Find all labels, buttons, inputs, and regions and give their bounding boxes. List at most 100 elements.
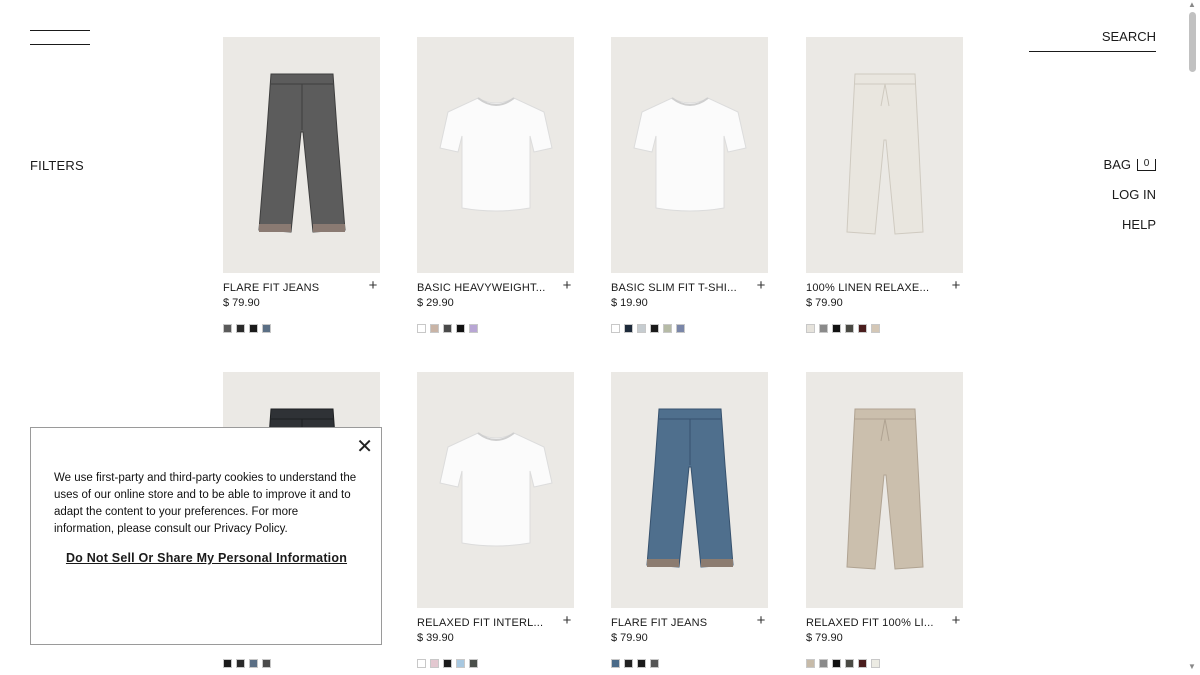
color-swatch[interactable] [430, 659, 439, 668]
scroll-up-icon[interactable]: ▲ [1188, 0, 1196, 9]
color-swatch[interactable] [262, 659, 271, 668]
product-image[interactable] [611, 372, 768, 608]
color-swatch[interactable] [871, 324, 880, 333]
color-swatch[interactable] [676, 324, 685, 333]
color-swatch[interactable] [262, 324, 271, 333]
product-info: 100% LINEN RELAXE... $ 79.90 + [806, 278, 963, 321]
product-price: $ 39.90 [417, 632, 454, 644]
add-to-bag-icon[interactable]: + [754, 278, 768, 293]
color-swatch[interactable] [637, 659, 646, 668]
product-name[interactable]: FLARE FIT JEANS [611, 616, 739, 630]
product-image[interactable] [806, 372, 963, 608]
product-image[interactable] [223, 37, 380, 273]
color-swatch[interactable] [624, 324, 633, 333]
add-to-bag-icon[interactable]: + [366, 278, 380, 293]
product-name[interactable]: 100% LINEN RELAXE... [806, 281, 934, 295]
color-swatch[interactable] [845, 324, 854, 333]
help-link[interactable]: HELP [1104, 217, 1156, 247]
product-info: RELAXED FIT 100% LI... $ 79.90 + [806, 613, 963, 656]
color-swatch[interactable] [611, 324, 620, 333]
color-swatch[interactable] [456, 659, 465, 668]
color-swatch[interactable] [819, 659, 828, 668]
color-swatch[interactable] [456, 324, 465, 333]
account-nav: BAG 0 LOG IN HELP [1104, 157, 1156, 247]
filters-button[interactable]: FILTERS [30, 158, 84, 173]
color-swatch[interactable] [650, 659, 659, 668]
product-price: $ 79.90 [806, 297, 843, 309]
color-swatch[interactable] [650, 324, 659, 333]
color-swatch[interactable] [806, 324, 815, 333]
color-swatch[interactable] [469, 659, 478, 668]
product-image[interactable] [417, 37, 574, 273]
product-card[interactable]: FLARE FIT JEANS $ 79.90 + [223, 37, 380, 333]
scrollbar-thumb[interactable] [1189, 12, 1196, 72]
product-image[interactable] [417, 372, 574, 608]
product-info: FLARE FIT JEANS $ 79.90 + [223, 278, 380, 321]
cookie-banner: ✕ We use first-party and third-party coo… [30, 427, 382, 645]
do-not-sell-link[interactable]: Do Not Sell Or Share My Personal Informa… [54, 550, 359, 567]
product-image[interactable] [806, 37, 963, 273]
product-name[interactable]: BASIC HEAVYWEIGHT... [417, 281, 545, 295]
color-swatch[interactable] [223, 659, 232, 668]
cookie-message: We use first-party and third-party cooki… [54, 472, 357, 535]
color-swatch[interactable] [443, 659, 452, 668]
menu-icon[interactable] [30, 30, 90, 46]
product-price: $ 19.90 [611, 297, 648, 309]
product-card[interactable]: RELAXED FIT 100% LI... $ 79.90 + [806, 372, 963, 668]
product-name[interactable]: BASIC SLIM FIT T-SHI... [611, 281, 739, 295]
close-icon[interactable]: ✕ [356, 437, 373, 457]
color-swatch[interactable] [663, 324, 672, 333]
bag-button[interactable]: BAG 0 [1104, 157, 1156, 187]
color-swatch[interactable] [624, 659, 633, 668]
bag-count-icon: 0 [1137, 159, 1156, 171]
color-swatches [611, 659, 768, 668]
cookie-text: We use first-party and third-party cooki… [54, 470, 359, 538]
product-price: $ 79.90 [806, 632, 843, 644]
color-swatches [417, 659, 574, 668]
bag-label: BAG [1103, 157, 1131, 172]
product-info: FLARE FIT JEANS $ 79.90 + [611, 613, 768, 656]
color-swatch[interactable] [819, 324, 828, 333]
color-swatch[interactable] [443, 324, 452, 333]
color-swatch[interactable] [858, 324, 867, 333]
color-swatch[interactable] [430, 324, 439, 333]
color-swatch[interactable] [858, 659, 867, 668]
product-card[interactable]: RELAXED FIT INTERL... $ 39.90 + [417, 372, 574, 668]
color-swatch[interactable] [469, 324, 478, 333]
color-swatches [417, 324, 574, 333]
color-swatch[interactable] [249, 324, 258, 333]
add-to-bag-icon[interactable]: + [754, 613, 768, 628]
add-to-bag-icon[interactable]: + [560, 278, 574, 293]
privacy-policy-link[interactable]: Privacy Policy. [214, 523, 288, 535]
add-to-bag-icon[interactable]: + [949, 613, 963, 628]
product-price: $ 79.90 [611, 632, 648, 644]
product-name[interactable]: RELAXED FIT 100% LI... [806, 616, 934, 630]
product-card[interactable]: BASIC HEAVYWEIGHT... $ 29.90 + [417, 37, 574, 333]
color-swatches [806, 324, 963, 333]
search-input[interactable]: SEARCH [1029, 29, 1156, 52]
color-swatch[interactable] [249, 659, 258, 668]
product-name[interactable]: RELAXED FIT INTERL... [417, 616, 545, 630]
color-swatch[interactable] [223, 324, 232, 333]
color-swatch[interactable] [417, 324, 426, 333]
product-price: $ 29.90 [417, 297, 454, 309]
product-image[interactable] [611, 37, 768, 273]
color-swatch[interactable] [417, 659, 426, 668]
color-swatch[interactable] [806, 659, 815, 668]
color-swatch[interactable] [637, 324, 646, 333]
product-card[interactable]: BASIC SLIM FIT T-SHI... $ 19.90 + [611, 37, 768, 333]
color-swatch[interactable] [832, 324, 841, 333]
product-name[interactable]: FLARE FIT JEANS [223, 281, 351, 295]
color-swatch[interactable] [611, 659, 620, 668]
color-swatch[interactable] [871, 659, 880, 668]
color-swatch[interactable] [832, 659, 841, 668]
product-card[interactable]: 100% LINEN RELAXE... $ 79.90 + [806, 37, 963, 333]
color-swatch[interactable] [236, 659, 245, 668]
login-link[interactable]: LOG IN [1104, 187, 1156, 217]
add-to-bag-icon[interactable]: + [560, 613, 574, 628]
color-swatch[interactable] [845, 659, 854, 668]
add-to-bag-icon[interactable]: + [949, 278, 963, 293]
scroll-down-icon[interactable]: ▼ [1188, 662, 1196, 671]
product-card[interactable]: FLARE FIT JEANS $ 79.90 + [611, 372, 768, 668]
color-swatch[interactable] [236, 324, 245, 333]
